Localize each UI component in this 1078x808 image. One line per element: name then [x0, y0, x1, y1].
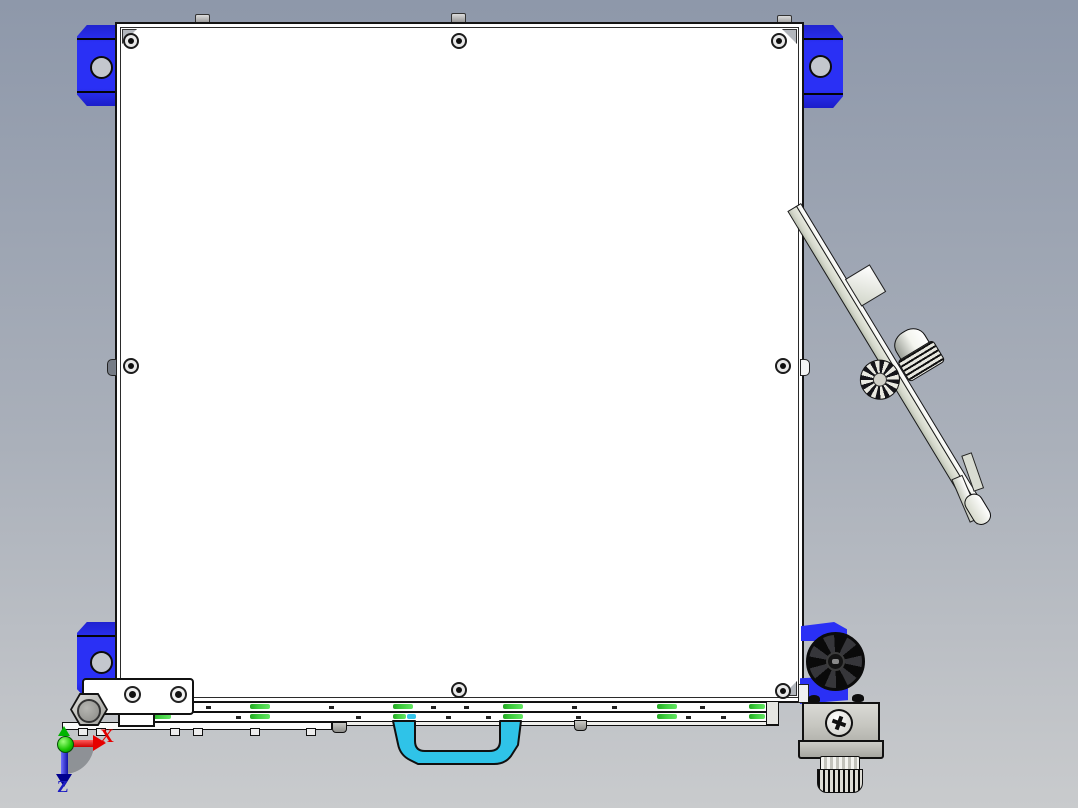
bracket-seam — [802, 93, 843, 95]
rail-tick — [700, 706, 705, 709]
handwheel-hub — [826, 652, 845, 671]
foot-pad — [306, 728, 316, 736]
carry-handle[interactable] — [391, 720, 523, 768]
bracket-hole — [90, 56, 113, 79]
lever-arm[interactable] — [787, 203, 995, 529]
socket-screw — [451, 682, 467, 698]
bearing-segment — [749, 704, 765, 709]
z-axis-label: Z — [57, 777, 69, 796]
bearing-segment — [503, 714, 523, 719]
bearing-segment-cyan — [407, 714, 416, 719]
y-axis-arrowhead — [58, 726, 70, 736]
bed-panel[interactable] — [115, 22, 804, 703]
bracket-seam — [77, 635, 118, 637]
rail-tick — [486, 716, 491, 719]
foot-pad — [170, 728, 180, 736]
socket-screw — [771, 33, 787, 49]
rail-bar-upper — [145, 702, 779, 712]
rail-tick — [572, 706, 577, 709]
bearing-segment — [657, 704, 677, 709]
edge-clip — [800, 359, 810, 376]
socket-screw — [123, 33, 139, 49]
rail-tick — [464, 706, 469, 709]
bracket-hole — [809, 55, 832, 78]
z-axis-shaft — [61, 749, 68, 776]
extruder-handwheel[interactable] — [806, 632, 865, 691]
rail-tick — [446, 716, 451, 719]
rail-tick — [431, 706, 436, 709]
panel-frame-line — [120, 27, 799, 698]
bearing-segment — [503, 704, 523, 709]
bracket-seam — [77, 38, 118, 40]
foot-pad — [78, 728, 88, 736]
bracket-seam — [802, 38, 843, 40]
rail-tick — [236, 716, 241, 719]
foot-pad — [250, 728, 260, 736]
rail-tick — [721, 716, 726, 719]
x-axis-label: X — [100, 726, 114, 747]
plate-screw — [170, 686, 187, 703]
hex-nut-bore — [77, 699, 101, 723]
arm-end-cap — [961, 490, 995, 529]
dome-bolt — [808, 695, 820, 703]
corner-bracket-top-right[interactable] — [802, 25, 843, 108]
socket-screw — [451, 33, 467, 49]
corner-bracket-top-left[interactable] — [77, 25, 118, 106]
socket-screw — [123, 358, 139, 374]
socket-screw — [775, 358, 791, 374]
bearing-segment — [250, 704, 270, 709]
nozzle-knurl[interactable] — [817, 769, 863, 793]
hanging-bolt — [574, 720, 587, 731]
rail-tick — [686, 716, 691, 719]
rail-tick — [612, 706, 617, 709]
cad-viewport[interactable]: X Z — [0, 0, 1078, 808]
plate-screw — [124, 686, 141, 703]
rail-end-cap — [766, 701, 779, 725]
rail-tick — [356, 716, 361, 719]
foot-pad — [193, 728, 203, 736]
bearing-segment — [749, 714, 765, 719]
bearing-segment — [250, 714, 270, 719]
bracket-hole — [90, 651, 113, 674]
bracket-seam — [77, 91, 118, 93]
origin-point[interactable] — [57, 736, 74, 753]
bearing-segment — [393, 714, 406, 719]
rail-tick — [206, 706, 211, 709]
dome-bolt — [852, 694, 864, 702]
socket-screw — [775, 683, 791, 699]
hanging-bolt — [332, 722, 347, 733]
rail-tick — [576, 716, 581, 719]
rail-tick — [329, 706, 334, 709]
edge-clip — [107, 359, 117, 376]
bearing-segment — [657, 714, 677, 719]
bearing-segment — [393, 704, 413, 709]
carry-handle-shape — [392, 720, 522, 765]
